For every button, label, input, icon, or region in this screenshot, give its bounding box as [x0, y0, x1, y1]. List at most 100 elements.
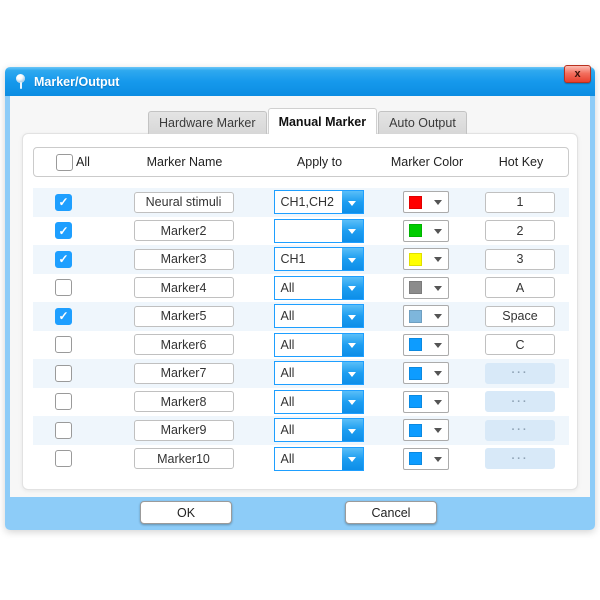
- apply-to-value: All: [280, 394, 295, 409]
- marker-color-dropdown[interactable]: [403, 219, 449, 242]
- dialog-title: Marker/Output: [34, 74, 120, 89]
- apply-to-dropdown[interactable]: CH1,CH2: [273, 190, 364, 215]
- hotkey-field[interactable]: 3: [485, 248, 555, 270]
- row-color-cell: [381, 245, 471, 274]
- hotkey-field[interactable]: C: [485, 334, 555, 356]
- marker-name-field[interactable]: Marker6: [133, 334, 234, 356]
- chevron-down-icon[interactable]: [341, 333, 363, 356]
- chevron-down-icon: [434, 257, 442, 263]
- apply-to-dropdown[interactable]: All: [273, 389, 364, 414]
- hotkey-field[interactable]: 1: [485, 191, 555, 213]
- cancel-button[interactable]: Cancel: [345, 501, 437, 524]
- apply-to-dropdown[interactable]: All: [273, 361, 364, 386]
- row-checkbox[interactable]: ✓: [55, 250, 72, 268]
- apply-to-dropdown[interactable]: [273, 218, 364, 243]
- row-checkbox[interactable]: [55, 279, 72, 297]
- row-checkbox[interactable]: ✓: [55, 222, 72, 240]
- color-swatch: [409, 224, 422, 238]
- apply-to-dropdown[interactable]: All: [273, 304, 364, 329]
- row-name-cell: Marker10: [111, 445, 256, 474]
- tab-bar: Hardware Marker Manual Marker Auto Outpu…: [148, 108, 468, 134]
- tab-manual-marker[interactable]: Manual Marker: [267, 108, 378, 134]
- row-apply-cell: All: [256, 274, 381, 303]
- marker-name-field[interactable]: Marker5: [133, 305, 234, 327]
- row-check-cell: [33, 416, 111, 445]
- row-check-cell: [33, 359, 111, 388]
- tab-auto-output[interactable]: Auto Output: [378, 111, 467, 134]
- row-checkbox[interactable]: [55, 336, 72, 354]
- color-swatch: [409, 423, 422, 437]
- marker-name-field[interactable]: Marker7: [133, 362, 234, 384]
- hotkey-field[interactable]: ···: [485, 391, 555, 413]
- hotkey-field[interactable]: 2: [485, 220, 555, 242]
- marker-color-dropdown[interactable]: [403, 333, 449, 356]
- apply-to-dropdown[interactable]: All: [273, 418, 364, 443]
- row-name-cell: Marker8: [111, 388, 256, 417]
- marker-pin-icon: [15, 74, 27, 90]
- row-color-cell: [381, 445, 471, 474]
- marker-color-dropdown[interactable]: [403, 276, 449, 299]
- hotkey-field[interactable]: ···: [485, 448, 555, 470]
- marker-name-field[interactable]: Neural stimuli: [133, 191, 234, 213]
- hotkey-field[interactable]: Space: [485, 305, 555, 327]
- marker-color-dropdown[interactable]: [403, 390, 449, 413]
- marker-name-field[interactable]: Marker8: [133, 391, 234, 413]
- select-all-checkbox[interactable]: [56, 153, 73, 171]
- color-swatch: [409, 309, 422, 323]
- marker-name-field[interactable]: Marker10: [133, 448, 234, 470]
- close-icon[interactable]: x: [564, 65, 591, 83]
- marker-color-dropdown[interactable]: [403, 447, 449, 470]
- row-checkbox[interactable]: [55, 450, 72, 468]
- marker-name-field[interactable]: Marker9: [133, 419, 234, 441]
- row-hotkey-cell: C: [471, 331, 569, 360]
- apply-to-dropdown[interactable]: All: [273, 446, 364, 471]
- chevron-down-icon[interactable]: [341, 447, 363, 470]
- chevron-down-icon: [434, 314, 442, 320]
- apply-to-value: All: [280, 451, 295, 466]
- apply-to-dropdown[interactable]: All: [273, 275, 364, 300]
- marker-color-dropdown[interactable]: [403, 419, 449, 442]
- apply-to-value: All: [280, 280, 295, 295]
- chevron-down-icon[interactable]: [341, 276, 363, 299]
- chevron-down-icon[interactable]: [341, 390, 363, 413]
- chevron-down-icon[interactable]: [341, 248, 363, 271]
- marker-color-dropdown[interactable]: [403, 362, 449, 385]
- table-row: ✓ Marker3 CH1 3: [33, 245, 569, 274]
- header-apply-to: Apply to: [296, 155, 343, 169]
- chevron-down-icon[interactable]: [341, 362, 363, 385]
- dialog-titlebar[interactable]: Marker/Output x: [5, 65, 595, 96]
- row-checkbox[interactable]: [55, 421, 72, 439]
- marker-name-field[interactable]: Marker4: [133, 277, 234, 299]
- marker-color-dropdown[interactable]: [403, 248, 449, 271]
- chevron-down-icon[interactable]: [341, 219, 363, 242]
- chevron-down-icon[interactable]: [341, 419, 363, 442]
- marker-color-dropdown[interactable]: [403, 305, 449, 328]
- row-checkbox[interactable]: ✓: [55, 307, 72, 325]
- chevron-down-icon[interactable]: [341, 305, 363, 328]
- tab-hardware-marker[interactable]: Hardware Marker: [148, 111, 267, 134]
- row-checkbox[interactable]: [55, 364, 72, 382]
- row-apply-cell: All: [256, 445, 381, 474]
- marker-name-field[interactable]: Marker2: [133, 220, 234, 242]
- row-check-cell: [33, 445, 111, 474]
- hotkey-field[interactable]: ···: [485, 362, 555, 384]
- row-color-cell: [381, 217, 471, 246]
- chevron-down-icon[interactable]: [341, 191, 363, 214]
- table-row: Marker10 All ···: [33, 445, 569, 474]
- row-checkbox[interactable]: ✓: [55, 193, 72, 211]
- row-apply-cell: CH1: [256, 245, 381, 274]
- hotkey-field[interactable]: ···: [485, 419, 555, 441]
- table-row: Marker6 All C: [33, 331, 569, 360]
- table-row: Marker8 All ···: [33, 388, 569, 417]
- apply-to-dropdown[interactable]: CH1: [273, 247, 364, 272]
- ok-button[interactable]: OK: [140, 501, 232, 524]
- all-label: All: [76, 155, 90, 169]
- color-swatch: [409, 338, 422, 352]
- row-checkbox[interactable]: [55, 393, 72, 411]
- row-hotkey-cell: ···: [471, 416, 569, 445]
- hotkey-field[interactable]: A: [485, 277, 555, 299]
- marker-name-field[interactable]: Marker3: [133, 248, 234, 270]
- marker-color-dropdown[interactable]: [403, 191, 449, 214]
- apply-to-dropdown[interactable]: All: [273, 332, 364, 357]
- table-row: Marker4 All A: [33, 274, 569, 303]
